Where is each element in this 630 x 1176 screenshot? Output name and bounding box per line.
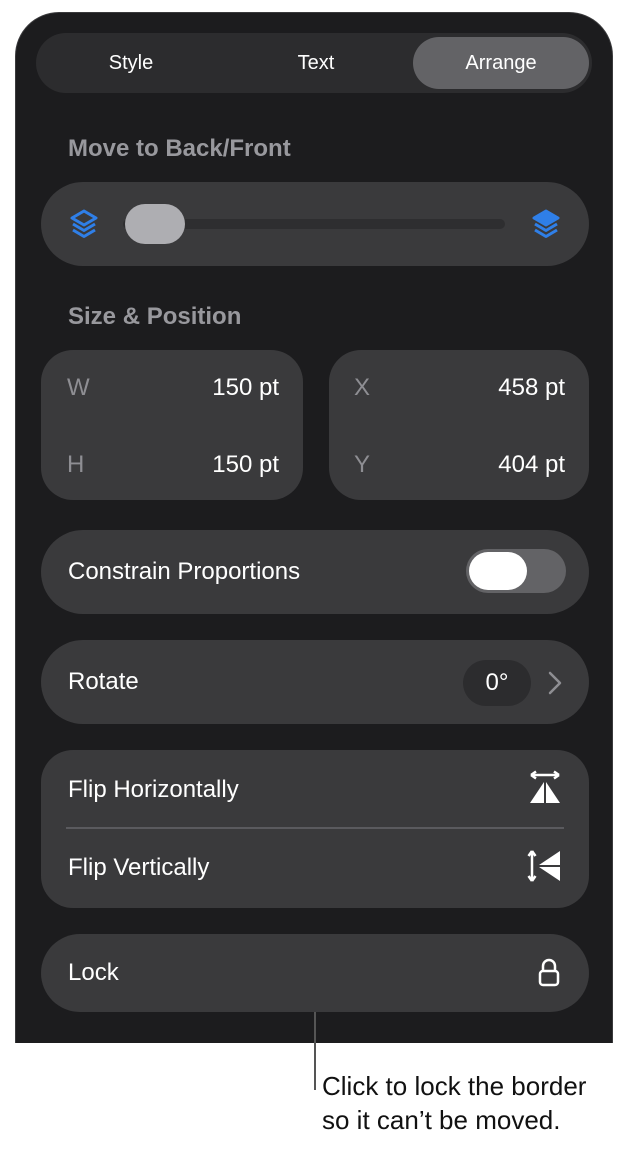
rotate-value-field[interactable]: 0° (463, 660, 531, 706)
lock-row[interactable]: Lock (41, 934, 589, 1012)
flip-divider (66, 827, 564, 829)
move-section-label: Move to Back/Front (68, 135, 291, 162)
position-card: X 458 pt Y 404 pt (329, 350, 589, 500)
callout-line (314, 1012, 316, 1090)
rotate-label: Rotate (68, 668, 139, 695)
flip-horizontal-icon[interactable] (527, 770, 563, 806)
bring-to-front-icon[interactable] (531, 208, 561, 240)
callout-line-2: so it can’t be moved. (322, 1105, 561, 1135)
height-field[interactable]: 150 pt (212, 451, 279, 479)
flip-vertical-label[interactable]: Flip Vertically (68, 854, 209, 882)
flip-vertical-icon[interactable] (527, 848, 563, 884)
flip-horizontal-label[interactable]: Flip Horizontally (68, 776, 239, 804)
callout-line-1: Click to lock the border (322, 1071, 587, 1101)
size-card: W 150 pt H 150 pt (41, 350, 303, 500)
constrain-row: Constrain Proportions (41, 530, 589, 614)
y-label: Y (354, 451, 371, 478)
size-position-label: Size & Position (68, 303, 242, 330)
rotate-row[interactable]: Rotate 0° (41, 640, 589, 724)
x-field[interactable]: 458 pt (498, 374, 565, 402)
tab-style[interactable]: Style (46, 37, 216, 89)
lock-icon[interactable] (538, 958, 560, 988)
send-to-back-icon[interactable] (69, 208, 99, 240)
width-label: W (67, 374, 90, 401)
width-field[interactable]: 150 pt (212, 374, 279, 402)
layer-slider-thumb[interactable] (125, 204, 185, 244)
callout-text: Click to lock the border so it can’t be … (322, 1069, 628, 1137)
layer-slider-card (41, 182, 589, 266)
constrain-label: Constrain Proportions (68, 558, 301, 585)
tab-arrange[interactable]: Arrange (413, 37, 589, 89)
arrange-panel: Style Text Arrange Move to Back/Front Si… (15, 12, 613, 1052)
tab-text[interactable]: Text (231, 37, 401, 89)
constrain-toggle[interactable] (466, 549, 566, 593)
chevron-right-icon (548, 671, 562, 695)
flip-card: Flip Horizontally Flip Vertically (41, 750, 589, 908)
toggle-knob (469, 552, 527, 590)
height-label: H (67, 451, 85, 478)
x-label: X (354, 374, 371, 401)
lock-label: Lock (68, 959, 119, 986)
tab-bar: Style Text Arrange (36, 33, 592, 93)
y-field[interactable]: 404 pt (498, 451, 565, 479)
